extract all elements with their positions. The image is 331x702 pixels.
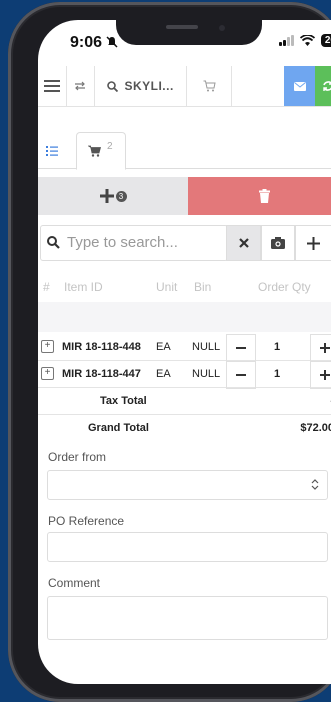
expand-row-toggle[interactable]: + [41, 367, 54, 380]
search-icon [47, 236, 60, 249]
expand-row-toggle[interactable]: + [41, 340, 54, 353]
chevron-updown-icon [311, 479, 319, 490]
add-count-badge: 3 [115, 190, 127, 202]
col-item-id: Item ID [64, 280, 103, 294]
row-item-id: MIR 18-118-447 [62, 368, 141, 380]
company-selector[interactable]: SKYLI... [95, 66, 188, 106]
search-row: Type to search... [38, 225, 331, 261]
table-spacer-row [38, 302, 331, 332]
tax-total-row: Tax Total - [38, 388, 331, 415]
menu-button[interactable] [38, 66, 67, 106]
trash-icon [258, 189, 270, 203]
search-input[interactable]: Type to search... [40, 225, 228, 261]
clear-search-button[interactable] [226, 225, 262, 261]
notch [116, 20, 262, 45]
comment-label: Comment [48, 576, 101, 590]
row-item-id: MIR 18-118-448 [62, 341, 141, 353]
row-unit: EA [156, 368, 171, 380]
row-qty[interactable]: 1 [274, 368, 280, 380]
search-icon [107, 80, 119, 92]
search-placeholder: Type to search... [67, 234, 178, 251]
wifi-icon [299, 34, 315, 46]
email-button[interactable] [283, 66, 316, 106]
delete-button[interactable] [188, 177, 331, 215]
col-unit: Unit [156, 280, 178, 294]
top-toolbar: SKYLI... [38, 66, 331, 107]
envelope-icon [293, 81, 306, 91]
swap-arrows-icon [75, 81, 86, 91]
grand-total-label: Grand Total [88, 422, 149, 434]
row-bin: NULL [192, 368, 221, 380]
col-num: # [43, 280, 50, 294]
table-row: + MIR 18-118-448 EA NULL 1 [38, 334, 331, 362]
minus-icon [236, 374, 246, 376]
cart-icon [88, 145, 101, 157]
sync-icon [322, 81, 331, 91]
cart-button[interactable] [187, 66, 233, 106]
bell-off-icon [106, 36, 119, 48]
hamburger-icon [43, 80, 60, 92]
tax-total-label: Tax Total [100, 395, 147, 407]
status-time: 9:06 [70, 34, 119, 52]
table-row: + MIR 18-118-447 EA NULL 1 [38, 361, 331, 389]
plus-icon [99, 189, 114, 203]
qty-decrease-button[interactable] [226, 334, 256, 362]
speaker [166, 25, 198, 29]
camera-dot [219, 25, 225, 31]
add-search-button[interactable] [294, 225, 331, 261]
grand-total-row: Grand Total $72.00 [38, 415, 331, 441]
tab-cart[interactable]: 2 [76, 132, 126, 170]
switch-button[interactable] [67, 66, 96, 106]
tab-list-view[interactable] [46, 143, 58, 161]
row-qty[interactable]: 1 [274, 341, 280, 353]
plus-icon [320, 370, 330, 380]
qty-increase-button[interactable] [310, 361, 331, 389]
plus-icon [306, 236, 320, 250]
col-bin: Bin [194, 280, 212, 294]
po-reference-label: PO Reference [48, 514, 125, 528]
add-item-button[interactable]: 3 [38, 177, 188, 215]
camera-scan-button[interactable] [260, 225, 296, 261]
table-header: # Item ID Unit Bin Order Qty [38, 278, 331, 298]
comment-input[interactable] [47, 596, 328, 640]
status-icons: 26 [278, 34, 331, 47]
battery-icon: 26 [320, 34, 331, 47]
tab-bar: 2 [38, 132, 331, 170]
sync-button[interactable] [315, 66, 331, 106]
action-bar: 3 [38, 177, 331, 215]
row-bin: NULL [192, 341, 221, 353]
signal-icon [278, 35, 294, 46]
list-icon [46, 146, 58, 156]
po-reference-input[interactable] [47, 532, 328, 562]
phone-screen: 9:06 26 SKYLI... [38, 20, 331, 684]
qty-increase-button[interactable] [310, 334, 331, 362]
phone-frame: 9:06 26 SKYLI... [8, 2, 331, 702]
close-icon [239, 238, 249, 248]
row-unit: EA [156, 341, 171, 353]
order-from-label: Order from [48, 450, 107, 464]
plus-icon [320, 343, 330, 353]
company-name: SKYLI... [124, 79, 174, 93]
col-order-qty: Order Qty [258, 280, 311, 294]
order-from-select[interactable] [47, 470, 328, 500]
qty-decrease-button[interactable] [226, 361, 256, 389]
grand-total-value: $72.00 [300, 422, 331, 434]
cart-count: 2 [107, 141, 113, 152]
camera-icon [271, 237, 285, 249]
minus-icon [236, 347, 246, 349]
cart-outline-icon [203, 80, 216, 92]
